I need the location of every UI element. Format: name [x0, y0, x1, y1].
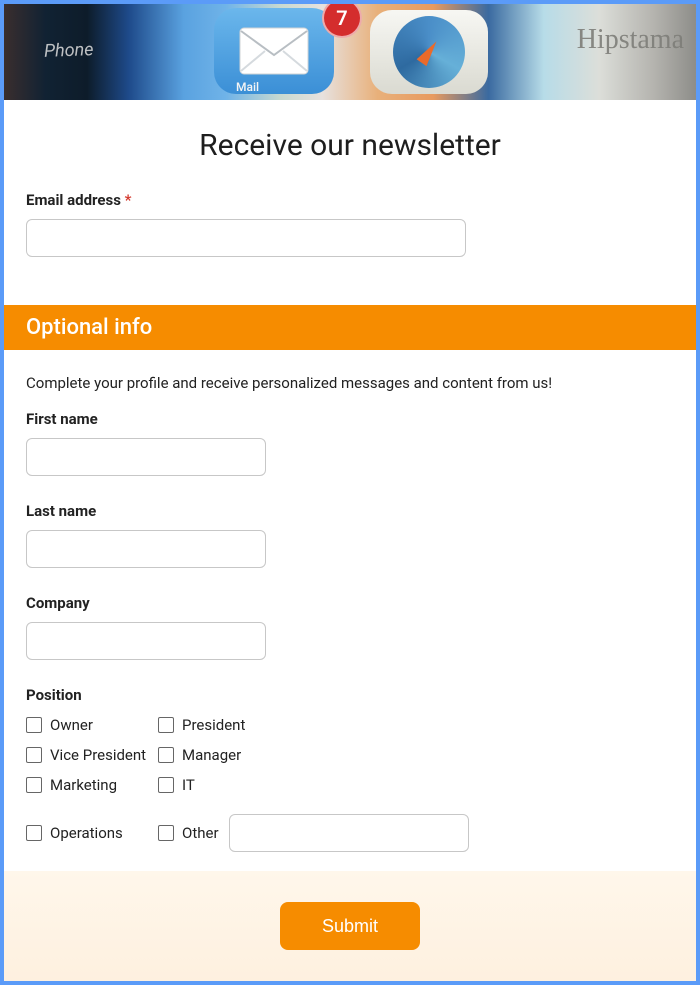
- hero-phone-text: Phone: [44, 39, 94, 62]
- position-other[interactable]: Other: [158, 824, 219, 842]
- last-name-block: Last name: [4, 502, 696, 568]
- required-star-icon: *: [125, 191, 132, 209]
- company-block: Company: [4, 594, 696, 660]
- position-vice-president-label: Vice President: [50, 746, 146, 764]
- position-block: Position Owner President Vice President …: [4, 686, 696, 852]
- notification-badge: 7: [322, 4, 362, 38]
- company-input[interactable]: [26, 622, 266, 660]
- hero-image: Phone 7 Mail Hipstama: [4, 4, 696, 100]
- checkbox-icon: [158, 777, 174, 793]
- position-other-input[interactable]: [229, 814, 469, 852]
- position-marketing[interactable]: Marketing: [26, 776, 158, 794]
- company-label: Company: [26, 594, 674, 612]
- checkbox-icon: [26, 747, 42, 763]
- submit-button[interactable]: Submit: [280, 902, 420, 950]
- email-label: Email address *: [26, 191, 674, 209]
- position-it[interactable]: IT: [158, 776, 674, 794]
- checkbox-icon: [158, 825, 174, 841]
- position-it-label: IT: [182, 776, 195, 794]
- position-owner[interactable]: Owner: [26, 716, 158, 734]
- position-owner-label: Owner: [50, 716, 93, 734]
- compass-dial-icon: [393, 16, 465, 88]
- position-marketing-label: Marketing: [50, 776, 117, 794]
- position-president-label: President: [182, 716, 245, 734]
- mail-app-icon: [214, 8, 334, 94]
- checkbox-icon: [158, 747, 174, 763]
- email-field-block: Email address *: [4, 191, 696, 257]
- position-other-row: Operations Other: [26, 814, 674, 852]
- newsletter-form: Phone 7 Mail Hipstama Receive our newsle…: [0, 0, 700, 985]
- optional-info-band: Optional info: [4, 305, 696, 350]
- position-label: Position: [26, 686, 674, 704]
- form-footer: Submit: [4, 871, 696, 981]
- position-other-label: Other: [182, 824, 219, 842]
- optional-info-description: Complete your profile and receive person…: [4, 350, 696, 410]
- hero-mail-text: Mail: [236, 80, 259, 94]
- checkbox-icon: [26, 825, 42, 841]
- position-operations-label: Operations: [50, 824, 123, 842]
- last-name-label: Last name: [26, 502, 674, 520]
- position-options: Owner President Vice President Manager M…: [26, 716, 674, 852]
- first-name-label: First name: [26, 410, 674, 428]
- hero-hipsta-text: Hipstama: [577, 24, 684, 56]
- checkbox-icon: [26, 777, 42, 793]
- position-operations[interactable]: Operations: [26, 824, 158, 842]
- compass-app-icon: [370, 10, 488, 94]
- compass-needle-icon: [417, 38, 442, 66]
- page-title: Receive our newsletter: [4, 128, 696, 163]
- first-name-input[interactable]: [26, 438, 266, 476]
- position-president[interactable]: President: [158, 716, 674, 734]
- position-manager-label: Manager: [182, 746, 241, 764]
- checkbox-icon: [158, 717, 174, 733]
- email-input[interactable]: [26, 219, 466, 257]
- email-label-text: Email address: [26, 191, 121, 209]
- position-manager[interactable]: Manager: [158, 746, 674, 764]
- position-vice-president[interactable]: Vice President: [26, 746, 158, 764]
- last-name-input[interactable]: [26, 530, 266, 568]
- checkbox-icon: [26, 717, 42, 733]
- first-name-block: First name: [4, 410, 696, 476]
- envelope-icon: [239, 27, 309, 75]
